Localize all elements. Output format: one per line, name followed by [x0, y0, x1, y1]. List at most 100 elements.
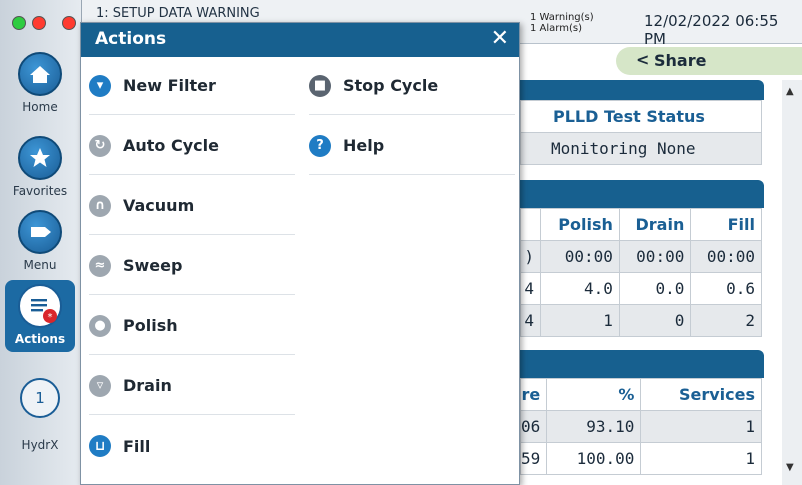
help-icon: ? [309, 134, 331, 157]
actions-modal-title: Actions [95, 29, 167, 49]
services-cell-count: 1 [640, 410, 762, 443]
window-green-dot[interactable] [12, 16, 26, 30]
cycle-cell-polish: 4.0 [540, 272, 620, 305]
plld-status-value: Monitoring None [520, 132, 762, 165]
cycle-cell-clip: 4 [520, 272, 541, 305]
services-cell-percent: 93.10 [546, 410, 642, 443]
menu-icon [18, 210, 62, 254]
vacuum-icon: ∩ [89, 194, 111, 217]
hydrx-badge-icon: 1 [20, 378, 60, 418]
cycle-cell-polish: 1 [540, 304, 620, 337]
scrollbar[interactable]: ▲ ▼ [782, 80, 802, 485]
action-label: Help [343, 136, 385, 155]
hydrx-badge-count: 1 [35, 389, 45, 407]
cycle-cell-clip: 4 [520, 304, 541, 337]
cycle-header-polish: Polish [540, 208, 620, 241]
share-button[interactable]: < Share [616, 47, 802, 75]
warning-count: 1 Warning(s) [530, 12, 594, 23]
table-row: ) 00:00 00:00 00:00 [520, 240, 762, 273]
cycle-cell-drain: 0 [618, 304, 692, 337]
nav-hydrx-label: HydrX [21, 438, 59, 452]
nav-favorites-label: Favorites [12, 184, 68, 198]
services-cell-count: 1 [640, 442, 762, 475]
action-stop-cycle[interactable]: ■ Stop Cycle [309, 57, 515, 115]
nav-home[interactable]: Home [0, 52, 80, 114]
cycle-cell-drain: 00:00 [618, 240, 692, 273]
cycle-table: Polish Drain Fill ) 00:00 00:00 00:00 4 … [520, 208, 762, 337]
action-fill[interactable]: ⊔ Fill [89, 417, 295, 475]
window-red-dot-1[interactable] [32, 16, 46, 30]
table-row: 59 100.00 1 [519, 442, 762, 475]
cycle-header-clipped [520, 208, 541, 241]
actions-modal-header: Actions ✕ [81, 23, 519, 57]
action-new-filter[interactable]: ▾ New Filter [89, 57, 295, 115]
alarm-summary[interactable]: 1 Warning(s) 1 Alarm(s) [530, 12, 594, 34]
svg-text:*: * [48, 312, 53, 323]
plld-column-header: PLLD Test Status [520, 100, 762, 133]
setup-warning-title: 1: SETUP DATA WARNING [96, 6, 260, 21]
action-vacuum[interactable]: ∩ Vacuum [89, 177, 295, 235]
action-label: New Filter [123, 76, 216, 95]
close-icon[interactable]: ✕ [491, 26, 509, 51]
cycle-cell-drain: 0.0 [618, 272, 692, 305]
sidebar: Home Favorites Menu * Actions 1 HydrX [0, 0, 82, 485]
services-header-clipped: re [519, 378, 548, 411]
nav-favorites[interactable]: Favorites [0, 136, 80, 198]
action-label: Fill [123, 436, 151, 456]
action-auto-cycle[interactable]: ↻ Auto Cycle [89, 117, 295, 175]
services-cell-clip: 06 [519, 410, 548, 443]
home-icon [18, 52, 62, 96]
cycle-cell-fill: 0.6 [690, 272, 762, 305]
share-icon: < [636, 50, 650, 69]
nav-menu[interactable]: Menu [0, 210, 80, 272]
table-row: 4 4.0 0.0 0.6 [520, 272, 762, 305]
cycle-header-drain: Drain [618, 208, 692, 241]
services-header-percent: % [546, 378, 642, 411]
action-help[interactable]: ? Help [309, 117, 515, 175]
services-header-services: Services [640, 378, 762, 411]
action-polish[interactable]: ● Polish [89, 297, 295, 355]
cycle-header-fill: Fill [690, 208, 762, 241]
nav-home-label: Home [22, 100, 58, 114]
action-label: Stop Cycle [343, 76, 439, 95]
drain-icon: ▿ [89, 374, 111, 397]
scroll-up-icon[interactable]: ▲ [786, 86, 794, 97]
action-drain[interactable]: ▿ Drain [89, 357, 295, 415]
filter-icon: ▾ [89, 74, 111, 97]
nav-actions-label: Actions [14, 332, 66, 346]
polish-icon: ● [89, 314, 111, 337]
services-panel-header [520, 350, 764, 378]
sweep-icon: ≈ [89, 254, 111, 277]
nav-hydrx[interactable]: 1 HydrX [0, 378, 80, 452]
actions-icon: * [18, 284, 62, 328]
cycle-panel-header [520, 180, 764, 208]
share-label: Share [654, 51, 707, 70]
services-cell-percent: 100.00 [546, 442, 642, 475]
action-label: Sweep [123, 256, 183, 275]
table-row: 06 93.10 1 [519, 410, 762, 443]
star-icon [18, 136, 62, 180]
action-label: Polish [123, 316, 178, 335]
stop-icon: ■ [309, 74, 331, 97]
cycle-cell-clip: ) [520, 240, 541, 273]
action-label: Auto Cycle [123, 136, 219, 155]
nav-actions[interactable]: * Actions [5, 280, 75, 352]
plld-panel-header [520, 80, 764, 100]
actions-modal: Actions ✕ ▾ New Filter ↻ Auto Cycle ∩ Va… [80, 22, 520, 485]
table-row: 4 1 0 2 [520, 304, 762, 337]
cycle-icon: ↻ [89, 134, 111, 157]
action-label: Vacuum [123, 196, 195, 215]
services-table: re % Services 06 93.10 1 59 100.00 1 [519, 378, 762, 475]
action-sweep[interactable]: ≈ Sweep [89, 237, 295, 295]
alarm-count: 1 Alarm(s) [530, 23, 582, 34]
action-label: Drain [123, 376, 172, 395]
window-red-dot-2[interactable] [62, 16, 76, 30]
cycle-cell-fill: 00:00 [690, 240, 762, 273]
scroll-down-icon[interactable]: ▼ [786, 462, 794, 473]
cycle-cell-fill: 2 [690, 304, 762, 337]
services-cell-clip: 59 [519, 442, 548, 475]
cycle-cell-polish: 00:00 [540, 240, 620, 273]
nav-menu-label: Menu [23, 258, 57, 272]
datetime-display: 12/02/2022 06:55 PM [644, 12, 779, 48]
fill-icon: ⊔ [89, 435, 111, 457]
